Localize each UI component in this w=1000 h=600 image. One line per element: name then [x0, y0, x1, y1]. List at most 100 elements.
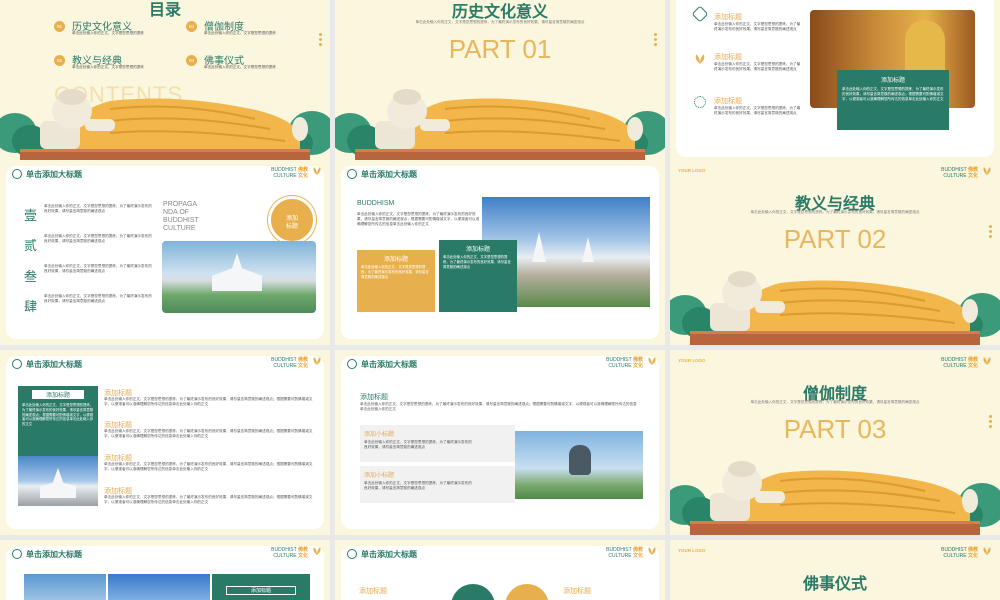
- intro-text: 单击此处输入你的正文，文字是您思想的提炼，为了最终演示发布的良好效果，请尽量言简…: [357, 212, 480, 226]
- slide-thumbnail-8[interactable]: 单击添加大标题 BUDDHIST 佛教 CULTURE 文化 添加标题 单击此处输…: [335, 350, 665, 535]
- para-2: 单击此处输入你的正文，文字是您思想的提炼，为了最终演示发布的良好效果，请尽量言简…: [44, 234, 152, 243]
- subtitle-card-2: 添加小标题 单击此处输入你的正文，文字是您思想的提炼，为了最终演示发布的良好效果…: [360, 466, 515, 503]
- toc-desc-4: 单击此处输入你的正文，文字是您思想的提炼: [204, 65, 276, 69]
- brand-mark: BUDDHIST 佛教 CULTURE 文化: [941, 547, 978, 559]
- toc-num-4: 04: [186, 55, 197, 66]
- slide-thumbnail-11[interactable]: 单击添加大标题 BUDDHIST 佛教 CULTURE 文化 添加标题 添加标题: [335, 540, 665, 600]
- reclining-buddha-image: [670, 270, 1000, 345]
- para-3: 单击此处输入你的正文，文字是您思想的提炼，为了最终演示发布的良好效果，请尽量言简…: [44, 264, 152, 273]
- logo-placeholder: YOUR LOGO: [678, 548, 706, 553]
- item-title-1: 添加标题: [714, 14, 742, 21]
- big-buddha-photo: [515, 431, 643, 499]
- section-title: 添加标题: [360, 394, 388, 401]
- subtitle-text-2: 单击此处输入你的正文，文字是您思想的提炼，为了最终演示发布的良好效果，请尽量言简…: [364, 481, 472, 490]
- tower-photo: [108, 574, 210, 600]
- slide-thumbnail-12[interactable]: YOUR LOGO BUDDHIST 佛教 CULTURE 文化 佛事仪式: [670, 540, 1000, 600]
- char-2: 贰: [24, 238, 38, 253]
- reclining-buddha-image: [335, 88, 665, 163]
- lotus-logo-icon: [983, 167, 991, 175]
- reclining-buddha-image: [670, 460, 1000, 535]
- subtitle-2: 添加小标题: [364, 473, 395, 479]
- lotus-logo-icon: [648, 357, 656, 365]
- toc-desc-1: 单击此处输入你的正文，文字是您思想的提炼: [72, 31, 144, 35]
- part-desc: 单击此处输入你的正文，文字是您思想的提炼，为了最终演示发布的良好效果，请尽量言简…: [750, 210, 920, 214]
- lotus-logo-icon: [313, 547, 321, 555]
- slide-thumbnail-9[interactable]: YOUR LOGO BUDDHIST 佛教 CULTURE 文化 僧伽制度 单击此…: [670, 350, 1000, 535]
- header-title: 单击添加大标题: [361, 360, 417, 369]
- char-3: 叁: [24, 269, 38, 284]
- dots-decoration: [319, 33, 322, 48]
- item-text-4: 单击此处输入你的正文，文字是您思想的提炼，为了最终演示发布的良好效果，请尽量言简…: [104, 495, 313, 504]
- lotus-logo-icon: [313, 167, 321, 175]
- lotus-logo-icon: [983, 547, 991, 555]
- feature-box-title: 添加标题: [880, 78, 905, 84]
- subtitle-1: 添加小标题: [364, 432, 395, 438]
- item-text-2: 单击此处输入你的正文，文字是您思想的提炼，为了最终演示发布的良好效果，请尽量言简…: [714, 62, 801, 71]
- part-title: 历史文化意义: [451, 4, 548, 21]
- teal-box-text: 单击此处输入你的正文，文字是您思想的提炼，为了最终演示发布的良好效果，请尽量言简…: [22, 403, 94, 427]
- item-text-3: 单击此处输入你的正文，文字是您思想的提炼，为了最终演示发布的良好效果，请尽量言简…: [104, 462, 313, 471]
- lotus-logo-icon: [983, 357, 991, 365]
- char-4: 肆: [24, 299, 38, 314]
- part-desc: 单击此处输入你的正文，文字是您思想的提炼，为了最终演示发布的良好效果，请尽量言简…: [415, 20, 585, 24]
- slide-thumbnail-6[interactable]: YOUR LOGO BUDDHIST 佛教 CULTURE 文化 教义与经典 单击…: [670, 160, 1000, 345]
- para-1: 单击此处输入你的正文，文字是您思想的提炼，为了最终演示发布的良好效果，请尽量言简…: [44, 204, 152, 213]
- header-title: 单击添加大标题: [26, 170, 82, 179]
- lotus-icon: [347, 169, 357, 179]
- brand-mark: BUDDHIST 佛教 CULTURE 文化: [271, 357, 308, 369]
- teal-box-text: 单击此处输入你的正文，文字是您思想的提炼，为了最终演示发布的良好效果，请尽量言简…: [443, 255, 511, 269]
- brand-mark: BUDDHIST 佛教 CULTURE 文化: [606, 357, 643, 369]
- slide-thumbnail-3[interactable]: 添加标题 单击此处输入你的正文，文字是您思想的提炼，为了最终演示发布的良好效果，…: [670, 0, 1000, 163]
- slide-thumbnail-2[interactable]: 历史文化意义 单击此处输入你的正文，文字是您思想的提炼，为了最终演示发布的良好效…: [335, 0, 665, 163]
- item-text-3: 单击此处输入你的正文，文字是您思想的提炼，为了最终演示发布的良好效果，请尽量言简…: [714, 106, 801, 115]
- subtitle-text-1: 单击此处输入你的正文，文字是您思想的提炼，为了最终演示发布的良好效果，请尽量言简…: [364, 440, 472, 449]
- header-title: 单击添加大标题: [26, 360, 82, 369]
- logo-placeholder: YOUR LOGO: [678, 168, 706, 173]
- gold-box: 添加标题 单击此处输入你的正文，文字是您思想的提炼，为了最终演示发布的良好效果，…: [357, 250, 435, 312]
- teal-box-title: 添加标题: [465, 247, 490, 253]
- char-1: 壹: [24, 208, 38, 223]
- slide-thumbnail-10[interactable]: 单击添加大标题 BUDDHIST 佛教 CULTURE 文化 添加标题: [0, 540, 330, 600]
- item-text-2: 单击此处输入你的正文，文字是您思想的提炼，为了最终演示发布的良好效果，请尽量言简…: [104, 429, 313, 438]
- brand-mark: BUDDHIST 佛教 CULTURE 文化: [606, 547, 643, 559]
- header-title: 单击添加大标题: [361, 550, 417, 559]
- feature-box: 添加标题 单击此处输入你的正文，文字是您思想的提炼，为了最终演示发布的良好效果，…: [837, 70, 949, 130]
- subtitle-card-1: 添加小标题 单击此处输入你的正文，文字是您思想的提炼，为了最终演示发布的良好效果…: [360, 425, 515, 462]
- teal-box: 添加标题 单击此处输入你的正文，文字是您思想的提炼，为了最终演示发布的良好效果，…: [18, 386, 98, 456]
- lotus-logo-icon: [313, 357, 321, 365]
- lotus-icon: [12, 549, 22, 559]
- lotus-logo-icon: [648, 547, 656, 555]
- slide-thumbnail-4[interactable]: 单击添加大标题 BUDDHIST 佛教 CULTURE 文化 壹 贰 叁 肆 单击…: [0, 160, 330, 345]
- left-title: 添加标题: [359, 588, 387, 595]
- section-text: 单击此处输入你的正文，文字是您思想的提炼，为了最终演示发布的良好效果，请尽量言简…: [360, 402, 637, 411]
- brand-mark: BUDDHIST 佛教 CULTURE 文化: [941, 167, 978, 179]
- para-4: 单击此处输入你的正文，文字是您思想的提炼，为了最终演示发布的良好效果，请尽量言简…: [44, 294, 152, 303]
- header-title: 单击添加大标题: [26, 550, 82, 559]
- dots-decoration: [989, 415, 992, 430]
- lotus-icon: [12, 359, 22, 369]
- slide-thumbnail-5[interactable]: 单击添加大标题 BUDDHISM 单击此处输入你的正文，文字是您思想的提炼，为了…: [335, 160, 665, 345]
- statue-photo: [24, 574, 106, 600]
- toc-num-3: 03: [186, 21, 197, 32]
- toc-desc-2: 单击此处输入你的正文，文字是您思想的提炼: [72, 65, 144, 69]
- item-text-1: 单击此处输入你的正文，文字是您思想的提炼，为了最终演示发布的良好效果，请尽量言简…: [104, 397, 313, 406]
- toc-num-2: 02: [54, 55, 65, 66]
- brand-mark: BUDDHIST 佛教 CULTURE 文化: [271, 167, 308, 179]
- wheel-icon: [694, 96, 706, 108]
- flower-icon: [694, 52, 706, 64]
- lotus-icon: [12, 169, 22, 179]
- slide-thumbnail-1[interactable]: 目录 01 历史文化意义 单击此处输入你的正文，文字是您思想的提炼 03 僧伽制…: [0, 0, 330, 163]
- part-number: PART 02: [783, 224, 887, 254]
- temple-photo: [18, 456, 98, 506]
- slide-thumbnail-7[interactable]: 单击添加大标题 BUDDHIST 佛教 CULTURE 文化 添加标题 单击此处输…: [0, 350, 330, 535]
- item-title-2: 添加标题: [714, 54, 742, 61]
- teal-box: 添加标题 单击此处输入你的正文，文字是您思想的提炼，为了最终演示发布的良好效果，…: [439, 240, 517, 312]
- item-title-3: 添加标题: [714, 98, 742, 105]
- white-temple-photo: [162, 241, 316, 313]
- part-number: PART 01: [448, 34, 552, 64]
- contents-title: 目录: [148, 2, 181, 19]
- right-title: 添加标题: [563, 588, 591, 595]
- toc-num-1: 01: [54, 21, 65, 32]
- part-number: PART 03: [783, 414, 887, 444]
- header-title: 单击添加大标题: [361, 170, 417, 179]
